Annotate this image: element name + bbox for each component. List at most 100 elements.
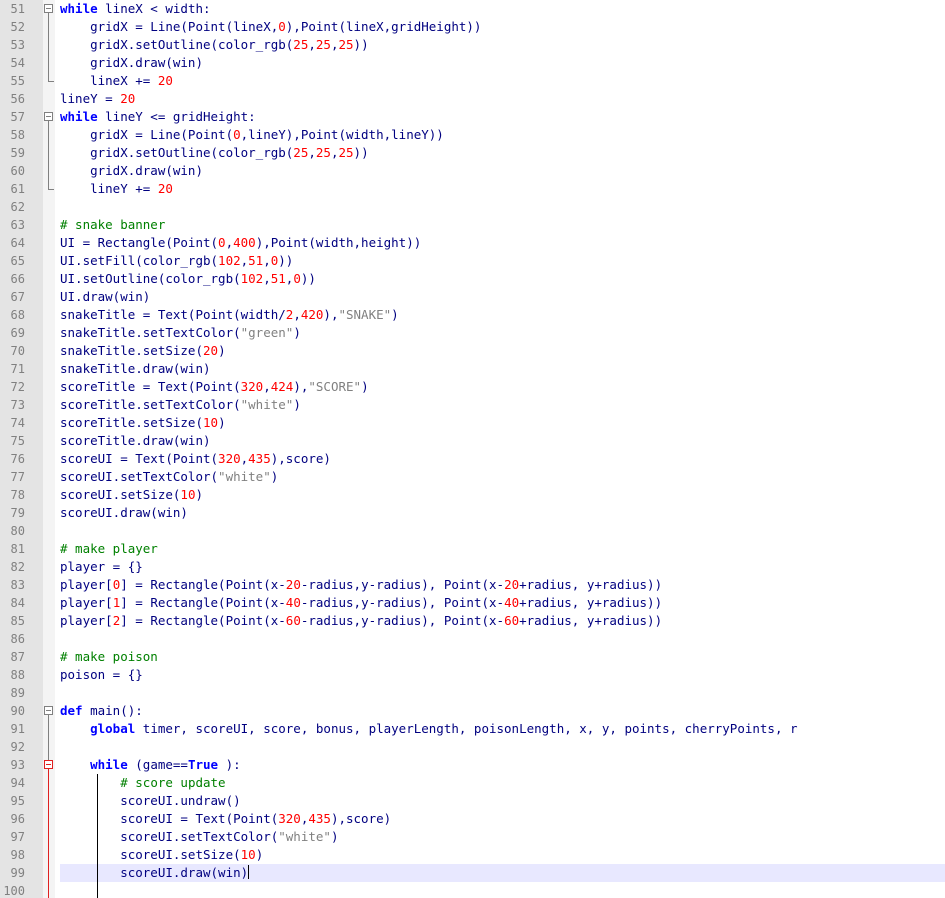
- code-line[interactable]: 91 global timer, scoreUI, score, bonus, …: [0, 720, 945, 738]
- code-text[interactable]: while lineY <= gridHeight:: [60, 108, 945, 126]
- code-line[interactable]: 87 # make poison: [0, 648, 945, 666]
- code-text[interactable]: scoreUI = Text(Point(320,435),score): [60, 450, 945, 468]
- code-line[interactable]: 98 scoreUI.setSize(10): [0, 846, 945, 864]
- code-text[interactable]: snakeTitle.draw(win): [60, 360, 945, 378]
- code-line[interactable]: 92: [0, 738, 945, 756]
- code-text[interactable]: snakeTitle = Text(Point(width/2,420),"SN…: [60, 306, 945, 324]
- code-line[interactable]: 100: [0, 882, 945, 898]
- code-text[interactable]: UI.setOutline(color_rgb(102,51,0)): [60, 270, 945, 288]
- code-text[interactable]: gridX.setOutline(color_rgb(25,25,25)): [60, 36, 945, 54]
- code-line[interactable]: 59 gridX.setOutline(color_rgb(25,25,25)): [0, 144, 945, 162]
- code-text[interactable]: scoreTitle.setSize(10): [60, 414, 945, 432]
- code-text[interactable]: snakeTitle.setSize(20): [60, 342, 945, 360]
- code-text[interactable]: scoreUI.undraw(): [60, 792, 945, 810]
- code-line[interactable]: 80: [0, 522, 945, 540]
- code-line[interactable]: 64 UI = Rectangle(Point(0,400),Point(widt…: [0, 234, 945, 252]
- code-line[interactable]: 66 UI.setOutline(color_rgb(102,51,0)): [0, 270, 945, 288]
- code-line[interactable]: 76 scoreUI = Text(Point(320,435),score): [0, 450, 945, 468]
- code-text[interactable]: scoreUI.setTextColor("white"): [60, 468, 945, 486]
- code-text[interactable]: poison = {}: [60, 666, 945, 684]
- code-text[interactable]: # snake banner: [60, 216, 945, 234]
- code-line[interactable]: 72 scoreTitle = Text(Point(320,424),"SCOR…: [0, 378, 945, 396]
- code-text[interactable]: scoreUI.setSize(10): [60, 846, 945, 864]
- fold-minus-icon[interactable]: [44, 112, 53, 121]
- code-line[interactable]: 55 lineX += 20: [0, 72, 945, 90]
- code-line[interactable]: 88 poison = {}: [0, 666, 945, 684]
- code-text[interactable]: scoreUI.setTextColor("white"): [60, 828, 945, 846]
- code-text[interactable]: gridX = Line(Point(lineX,0),Point(lineX,…: [60, 18, 945, 36]
- code-line[interactable]: 85 player[2] = Rectangle(Point(x-60-radiu…: [0, 612, 945, 630]
- code-line[interactable]: 62: [0, 198, 945, 216]
- code-line[interactable]: 52 gridX = Line(Point(lineX,0),Point(lin…: [0, 18, 945, 36]
- code-line[interactable]: 60 gridX.draw(win): [0, 162, 945, 180]
- code-line[interactable]: 57 while lineY <= gridHeight:: [0, 108, 945, 126]
- code-line[interactable]: 77 scoreUI.setTextColor("white"): [0, 468, 945, 486]
- code-text[interactable]: [60, 882, 945, 898]
- code-line[interactable]: 65 UI.setFill(color_rgb(102,51,0)): [0, 252, 945, 270]
- code-line[interactable]: 86: [0, 630, 945, 648]
- code-text[interactable]: player[2] = Rectangle(Point(x-60-radius,…: [60, 612, 945, 630]
- code-text[interactable]: global timer, scoreUI, score, bonus, pla…: [60, 720, 945, 738]
- code-line[interactable]: 53 gridX.setOutline(color_rgb(25,25,25)): [0, 36, 945, 54]
- code-line[interactable]: 93 while (game==True ):: [0, 756, 945, 774]
- code-line[interactable]: 70 snakeTitle.setSize(20): [0, 342, 945, 360]
- code-text[interactable]: gridX.draw(win): [60, 162, 945, 180]
- code-line[interactable]: 94 # score update: [0, 774, 945, 792]
- code-text[interactable]: # score update: [60, 774, 945, 792]
- code-line[interactable]: 75 scoreTitle.draw(win): [0, 432, 945, 450]
- code-editor[interactable]: 51 while lineX < width: 52 gridX = Line(Po…: [0, 0, 945, 898]
- code-text[interactable]: [60, 684, 945, 702]
- code-line[interactable]: 63 # snake banner: [0, 216, 945, 234]
- code-text[interactable]: snakeTitle.setTextColor("green"): [60, 324, 945, 342]
- code-line[interactable]: 67 UI.draw(win): [0, 288, 945, 306]
- code-line[interactable]: 89: [0, 684, 945, 702]
- code-line[interactable]: 51 while lineX < width:: [0, 0, 945, 18]
- code-text[interactable]: scoreTitle = Text(Point(320,424),"SCORE"…: [60, 378, 945, 396]
- code-line[interactable]: 68 snakeTitle = Text(Point(width/2,420),"…: [0, 306, 945, 324]
- code-text[interactable]: lineY += 20: [60, 180, 945, 198]
- code-line[interactable]: 69 snakeTitle.setTextColor("green"): [0, 324, 945, 342]
- code-text[interactable]: # make player: [60, 540, 945, 558]
- code-text[interactable]: # make poison: [60, 648, 945, 666]
- code-text[interactable]: gridX.setOutline(color_rgb(25,25,25)): [60, 144, 945, 162]
- code-text[interactable]: def main():: [60, 702, 945, 720]
- code-text[interactable]: [60, 522, 945, 540]
- code-line[interactable]: 96 scoreUI = Text(Point(320,435),score): [0, 810, 945, 828]
- code-text[interactable]: player[1] = Rectangle(Point(x-40-radius,…: [60, 594, 945, 612]
- code-line[interactable]: 58 gridX = Line(Point(0,lineY),Point(wid…: [0, 126, 945, 144]
- fold-minus-icon[interactable]: [44, 760, 53, 769]
- code-line[interactable]: 56 lineY = 20: [0, 90, 945, 108]
- code-line[interactable]: 99 scoreUI.draw(win): [0, 864, 945, 882]
- code-line[interactable]: 79 scoreUI.draw(win): [0, 504, 945, 522]
- code-line[interactable]: 61 lineY += 20: [0, 180, 945, 198]
- code-text[interactable]: [60, 198, 945, 216]
- code-line[interactable]: 84 player[1] = Rectangle(Point(x-40-radiu…: [0, 594, 945, 612]
- code-text[interactable]: UI.setFill(color_rgb(102,51,0)): [60, 252, 945, 270]
- code-text[interactable]: scoreTitle.draw(win): [60, 432, 945, 450]
- code-text[interactable]: lineX += 20: [60, 72, 945, 90]
- code-text[interactable]: lineY = 20: [60, 90, 945, 108]
- code-line[interactable]: 74 scoreTitle.setSize(10): [0, 414, 945, 432]
- code-line[interactable]: 71 snakeTitle.draw(win): [0, 360, 945, 378]
- code-text[interactable]: gridX = Line(Point(0,lineY),Point(width,…: [60, 126, 945, 144]
- code-text[interactable]: while lineX < width:: [60, 0, 945, 18]
- code-text[interactable]: scoreTitle.setTextColor("white"): [60, 396, 945, 414]
- code-line[interactable]: 78 scoreUI.setSize(10): [0, 486, 945, 504]
- code-text[interactable]: UI = Rectangle(Point(0,400),Point(width,…: [60, 234, 945, 252]
- fold-minus-icon[interactable]: [44, 4, 53, 13]
- code-text[interactable]: while (game==True ):: [60, 756, 945, 774]
- code-line[interactable]: 82 player = {}: [0, 558, 945, 576]
- code-line[interactable]: 81 # make player: [0, 540, 945, 558]
- code-text[interactable]: scoreUI = Text(Point(320,435),score): [60, 810, 945, 828]
- code-text[interactable]: scoreUI.draw(win): [60, 504, 945, 522]
- code-line[interactable]: 54 gridX.draw(win): [0, 54, 945, 72]
- code-text[interactable]: UI.draw(win): [60, 288, 945, 306]
- code-text[interactable]: [60, 738, 945, 756]
- code-line[interactable]: 90 def main():: [0, 702, 945, 720]
- code-line[interactable]: 73 scoreTitle.setTextColor("white"): [0, 396, 945, 414]
- code-text[interactable]: player = {}: [60, 558, 945, 576]
- code-line[interactable]: 97 scoreUI.setTextColor("white"): [0, 828, 945, 846]
- code-text[interactable]: scoreUI.draw(win): [60, 864, 945, 882]
- code-line[interactable]: 83 player[0] = Rectangle(Point(x-20-radiu…: [0, 576, 945, 594]
- code-text[interactable]: [60, 630, 945, 648]
